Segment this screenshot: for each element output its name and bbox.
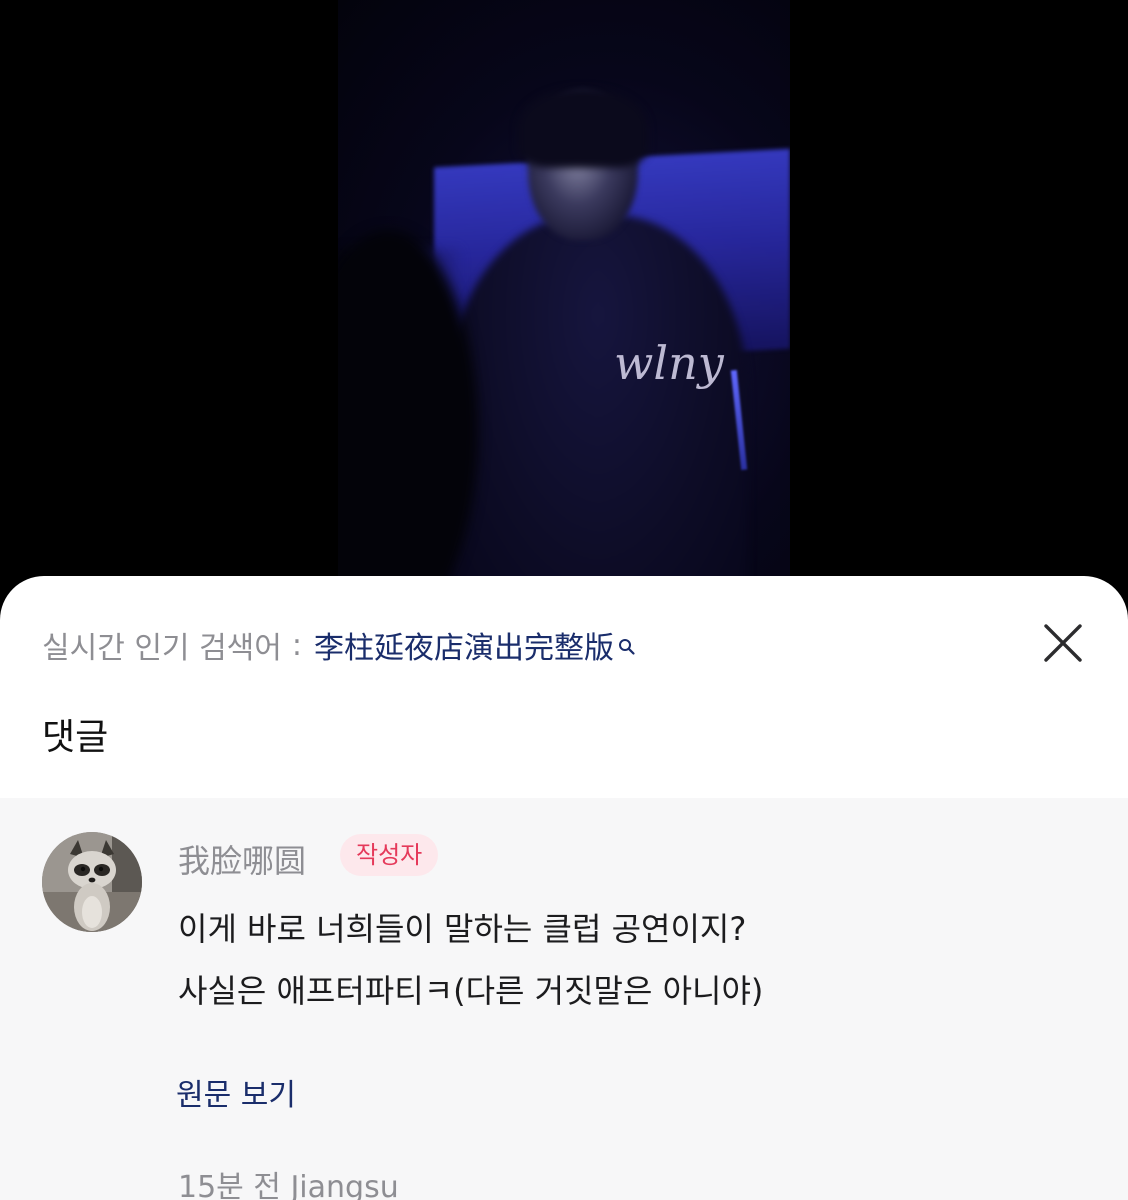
search-icon: [618, 629, 636, 655]
avatar[interactable]: [42, 832, 142, 932]
comment-meta: 15분 전 Jiangsu: [178, 1170, 399, 1200]
comment-text: 이게 바로 너희들이 말하는 클럽 공연이지? 사실은 애프터파티ㅋ(다른 거짓…: [178, 898, 1078, 1022]
comment-line: 이게 바로 너희들이 말하는 클럽 공연이지?: [178, 910, 747, 948]
screen: wlny 실시간 인기 검색어 : 李柱延夜店演出完整版 댓글 我脸哪圆 작성자…: [0, 0, 1128, 1200]
comment-line: 사실은 애프터파티ㅋ(다른 거짓말은 아니야): [178, 972, 764, 1010]
performer-hair: [518, 88, 648, 168]
view-original-link[interactable]: 원문 보기: [176, 1070, 296, 1114]
video-player[interactable]: wlny: [338, 0, 790, 600]
performer-body: [448, 215, 748, 600]
comments-title: 댓글: [42, 717, 109, 758]
author-badge: 작성자: [340, 834, 439, 876]
trending-separator: :: [291, 627, 302, 663]
trending-label: 실시간 인기 검색어: [42, 631, 282, 666]
comment-item: 我脸哪圆 작성자 이게 바로 너희들이 말하는 클럽 공연이지? 사실은 애프터…: [0, 798, 1128, 1200]
close-button[interactable]: [1040, 620, 1086, 666]
raccoon-avatar-icon: [42, 832, 142, 932]
author-name[interactable]: 我脸哪圆: [178, 836, 306, 882]
trending-search[interactable]: 실시간 인기 검색어 : 李柱延夜店演出完整版: [42, 620, 636, 670]
comment-sheet: 실시간 인기 검색어 : 李柱延夜店演出完整版 댓글 我脸哪圆 작성자 이게 바…: [0, 576, 1128, 1200]
close-icon: [1044, 624, 1082, 662]
trending-keyword[interactable]: 李柱延夜店演出完整版: [314, 623, 614, 667]
video-watermark: wlny: [614, 336, 724, 390]
